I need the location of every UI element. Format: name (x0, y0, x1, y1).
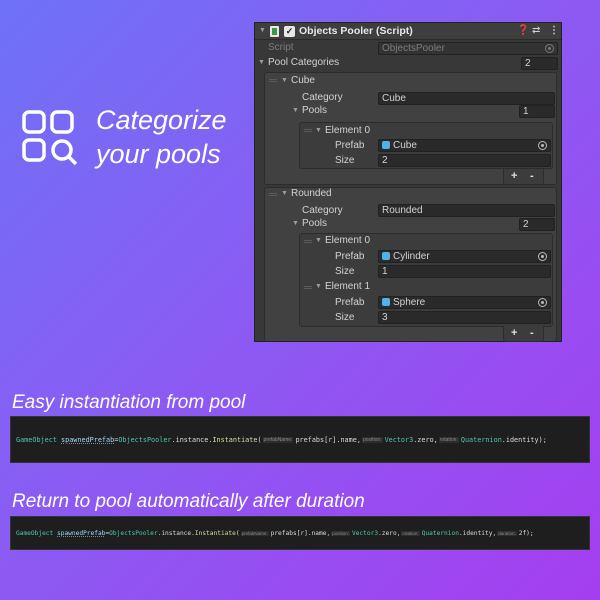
drag-handle-icon[interactable] (304, 129, 312, 132)
prefab-cube-icon (382, 141, 390, 149)
list-buttons: + - (503, 169, 544, 185)
section-title-duration: Return to pool automatically after durat… (12, 491, 365, 512)
preset-icon[interactable]: ⇄ (532, 24, 540, 38)
element-label[interactable]: Element 0 (325, 234, 370, 248)
script-field: ObjectsPooler (378, 42, 558, 55)
more-icon[interactable]: ⋮ (549, 24, 559, 38)
object-picker-icon[interactable] (538, 252, 547, 261)
expand-icon[interactable]: ▼ (258, 56, 265, 70)
remove-button[interactable]: - (530, 326, 534, 340)
collapse-icon[interactable]: ▼ (259, 24, 266, 38)
object-picker-icon[interactable] (538, 141, 547, 150)
prefab-field[interactable]: Cube (378, 139, 551, 152)
drag-handle-icon[interactable] (304, 286, 312, 289)
prefab-label: Prefab (335, 297, 365, 308)
expand-icon[interactable]: ▼ (315, 280, 322, 294)
script-icon (270, 26, 279, 37)
hero-line-1: Categorize (96, 105, 227, 135)
prefab-label: Prefab (335, 251, 365, 262)
element-label[interactable]: Element 0 (325, 124, 370, 138)
add-button[interactable]: + (511, 326, 517, 340)
category-input[interactable]: Cube (378, 92, 555, 105)
category-label: Category (302, 92, 343, 103)
size-input[interactable]: 1 (378, 265, 551, 278)
enabled-checkbox[interactable]: ✓ (284, 26, 295, 37)
drag-handle-icon[interactable] (269, 193, 277, 196)
element-label[interactable]: Element 1 (325, 280, 370, 294)
prefab-cube-icon (382, 252, 390, 260)
prefab-label: Prefab (335, 140, 365, 151)
expand-icon[interactable]: ▼ (281, 187, 288, 201)
pools-count[interactable]: 1 (519, 105, 555, 118)
expand-icon[interactable]: ▼ (281, 74, 288, 88)
hero-text: Categorize your pools (96, 103, 227, 171)
category-input[interactable]: Rounded (378, 204, 555, 217)
pools-label[interactable]: Pools (302, 217, 327, 231)
pools-label[interactable]: Pools (302, 104, 327, 118)
pool-categories-label[interactable]: Pool Categories (268, 56, 339, 70)
component-title: Objects Pooler (Script) (299, 25, 413, 37)
list-buttons: + - (503, 326, 544, 342)
remove-button[interactable]: - (530, 169, 534, 183)
category-name[interactable]: Rounded (291, 187, 332, 201)
size-label: Size (335, 155, 355, 166)
expand-icon[interactable]: ▼ (292, 217, 299, 231)
expand-icon[interactable]: ▼ (315, 124, 322, 138)
size-label: Size (335, 266, 355, 277)
size-input[interactable]: 3 (378, 311, 551, 324)
category-search-icon (22, 110, 78, 166)
prefab-field[interactable]: Cylinder (378, 250, 551, 263)
pools-count[interactable]: 2 (519, 218, 555, 231)
drag-handle-icon[interactable] (269, 79, 277, 82)
prefab-field[interactable]: Sphere (378, 296, 551, 309)
object-picker-icon (545, 44, 554, 53)
prefab-cube-icon (382, 298, 390, 306)
category-name[interactable]: Cube (291, 74, 315, 88)
component-header[interactable]: ▼ ✓ Objects Pooler (Script) ❓ ⇄ ⋮ (255, 23, 561, 40)
expand-icon[interactable]: ▼ (315, 234, 322, 248)
category-label: Category (302, 205, 343, 216)
object-picker-icon[interactable] (538, 298, 547, 307)
size-label: Size (335, 312, 355, 323)
code-snippet-instantiate: GameObject spawnedPrefab = ObjectsPooler… (10, 416, 590, 463)
pool-categories-count[interactable]: 2 (521, 57, 558, 70)
inspector-panel: ▼ ✓ Objects Pooler (Script) ❓ ⇄ ⋮ Script… (254, 22, 562, 342)
section-title-instantiation: Easy instantiation from pool (12, 392, 246, 413)
script-label: Script (268, 42, 294, 53)
code-snippet-duration: GameObject spawnedPrefab = ObjectsPooler… (10, 516, 590, 550)
hero-line-2: your pools (96, 139, 221, 169)
expand-icon[interactable]: ▼ (292, 104, 299, 118)
drag-handle-icon[interactable] (304, 240, 312, 243)
help-icon[interactable]: ❓ (517, 24, 529, 38)
add-button[interactable]: + (511, 169, 517, 183)
size-input[interactable]: 2 (378, 154, 551, 167)
